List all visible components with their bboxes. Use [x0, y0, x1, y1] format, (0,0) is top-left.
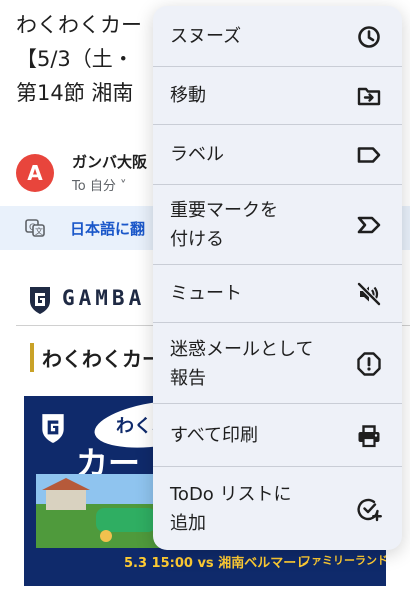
- menu-label-mark-important: 重要マークを 付ける: [170, 200, 278, 250]
- print-icon: [356, 423, 382, 449]
- menu-label-report-spam: 迷惑メールとして 報告: [170, 339, 314, 389]
- label-icon: [356, 142, 382, 168]
- sender-name: ガンバ大阪: [72, 153, 148, 171]
- menu-label-mute: ミュート: [170, 283, 242, 304]
- logo-text: GAMBA: [62, 286, 146, 310]
- recipient-toggle[interactable]: To 自分 ˅: [72, 175, 126, 194]
- important-marker-icon: [356, 212, 382, 238]
- add-task-icon: [356, 496, 382, 522]
- report-spam-icon: [356, 351, 382, 377]
- banner-photo: [36, 474, 166, 548]
- menu-item-mute[interactable]: ミュート: [153, 265, 402, 323]
- menu-label-move: 移動: [170, 85, 206, 106]
- banner-family: ファミリーランド: [300, 554, 386, 567]
- translate-icon: G 文: [25, 218, 45, 238]
- translate-link[interactable]: 日本語に翻: [70, 218, 145, 239]
- mute-icon: [356, 281, 382, 307]
- menu-label-print-all: すべて印刷: [170, 425, 259, 446]
- menu-item-label[interactable]: ラベル: [153, 125, 402, 185]
- overflow-menu: スヌーズ 移動 ラベル 重要マークを 付ける ミュート 迷惑メールとして 報告: [153, 6, 402, 550]
- menu-label-snooze: スヌーズ: [170, 26, 242, 47]
- avatar[interactable]: A: [16, 154, 54, 192]
- menu-item-print-all[interactable]: すべて印刷: [153, 404, 402, 467]
- section-heading: わくわくカー: [30, 343, 162, 372]
- menu-item-add-to-tasks[interactable]: ToDo リストに 追加: [153, 467, 402, 550]
- banner-date: 5.3 15:00 vs 湘南ベルマーレ: [124, 556, 310, 571]
- clock-icon: [356, 24, 382, 50]
- svg-text:文: 文: [35, 226, 43, 236]
- menu-item-snooze[interactable]: スヌーズ: [153, 6, 402, 67]
- move-to-folder-icon: [356, 83, 382, 109]
- menu-item-move[interactable]: 移動: [153, 67, 402, 125]
- menu-item-report-spam[interactable]: 迷惑メールとして 報告: [153, 323, 402, 404]
- menu-label-add-to-tasks: ToDo リストに 追加: [170, 484, 292, 534]
- banner-shield-icon: [42, 414, 64, 443]
- menu-label-label: ラベル: [170, 144, 224, 165]
- shield-logo-icon: [30, 287, 50, 314]
- menu-item-mark-important[interactable]: 重要マークを 付ける: [153, 185, 402, 265]
